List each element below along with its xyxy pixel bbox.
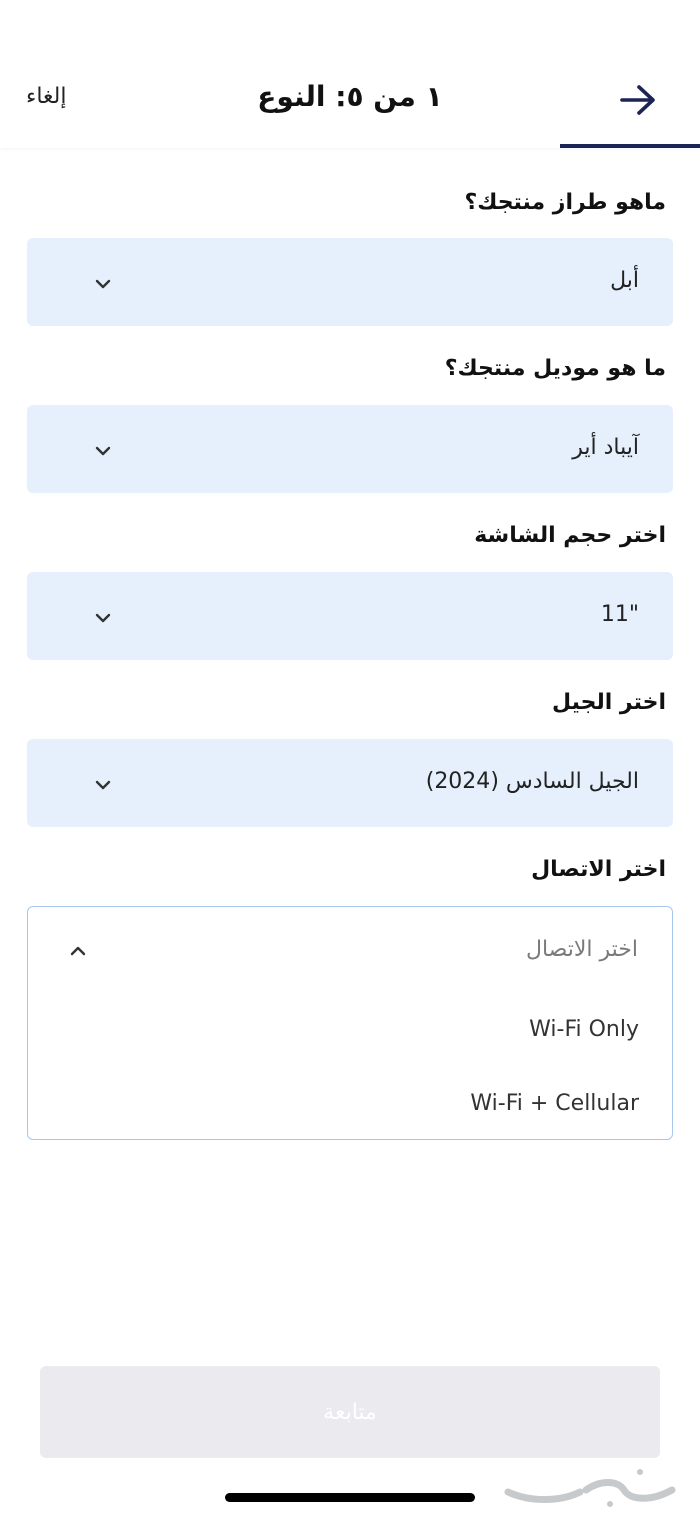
chevron-down-icon [95, 446, 111, 456]
option-wifi-cellular[interactable]: Wi-Fi + Cellular [470, 1091, 639, 1116]
model-selected-value: آيباد أير [572, 435, 639, 460]
chevron-up-icon[interactable] [66, 939, 90, 963]
connectivity-placeholder: اختر الاتصال [525, 937, 638, 962]
brand-select[interactable]: أبل [27, 238, 673, 326]
model-question-label: ما هو موديل منتجك؟ [444, 356, 666, 381]
brand-question-label: ماهو طراز منتجك؟ [464, 190, 666, 215]
continue-label: متابعة [323, 1399, 377, 1425]
arrow-right-icon [620, 85, 655, 115]
haraj-logo [504, 1469, 676, 1507]
screen: إلغاء ١ من ٥: النوع ماهو طراز منتجك؟ أبل… [0, 0, 700, 1514]
step-progress-indicator [560, 144, 700, 148]
chevron-down-icon [95, 780, 111, 790]
generation-question-label: اختر الجيل [552, 690, 666, 715]
continue-button[interactable]: متابعة [40, 1366, 660, 1458]
chevron-down-icon [95, 613, 111, 623]
connectivity-dropdown[interactable]: اختر الاتصال Wi-Fi Only Wi-Fi + Cellular [27, 906, 673, 1140]
option-wifi-only[interactable]: Wi-Fi Only [529, 1017, 639, 1042]
screen-size-select[interactable]: "11 [27, 572, 673, 660]
page-title: ١ من ٥: النوع [257, 80, 443, 113]
top-bar: إلغاء ١ من ٥: النوع [0, 0, 700, 148]
chevron-down-icon [95, 279, 111, 289]
back-button[interactable] [612, 76, 664, 124]
generation-select[interactable]: الجيل السادس (2024) [27, 739, 673, 827]
generation-selected-value: الجيل السادس (2024) [425, 769, 639, 794]
connectivity-question-label: اختر الاتصال [531, 857, 666, 882]
model-select[interactable]: آيباد أير [27, 405, 673, 493]
screen-size-selected-value: "11 [600, 602, 639, 627]
home-indicator[interactable] [225, 1493, 475, 1502]
brand-selected-value: أبل [610, 268, 639, 293]
screen-size-question-label: اختر حجم الشاشة [474, 523, 666, 548]
